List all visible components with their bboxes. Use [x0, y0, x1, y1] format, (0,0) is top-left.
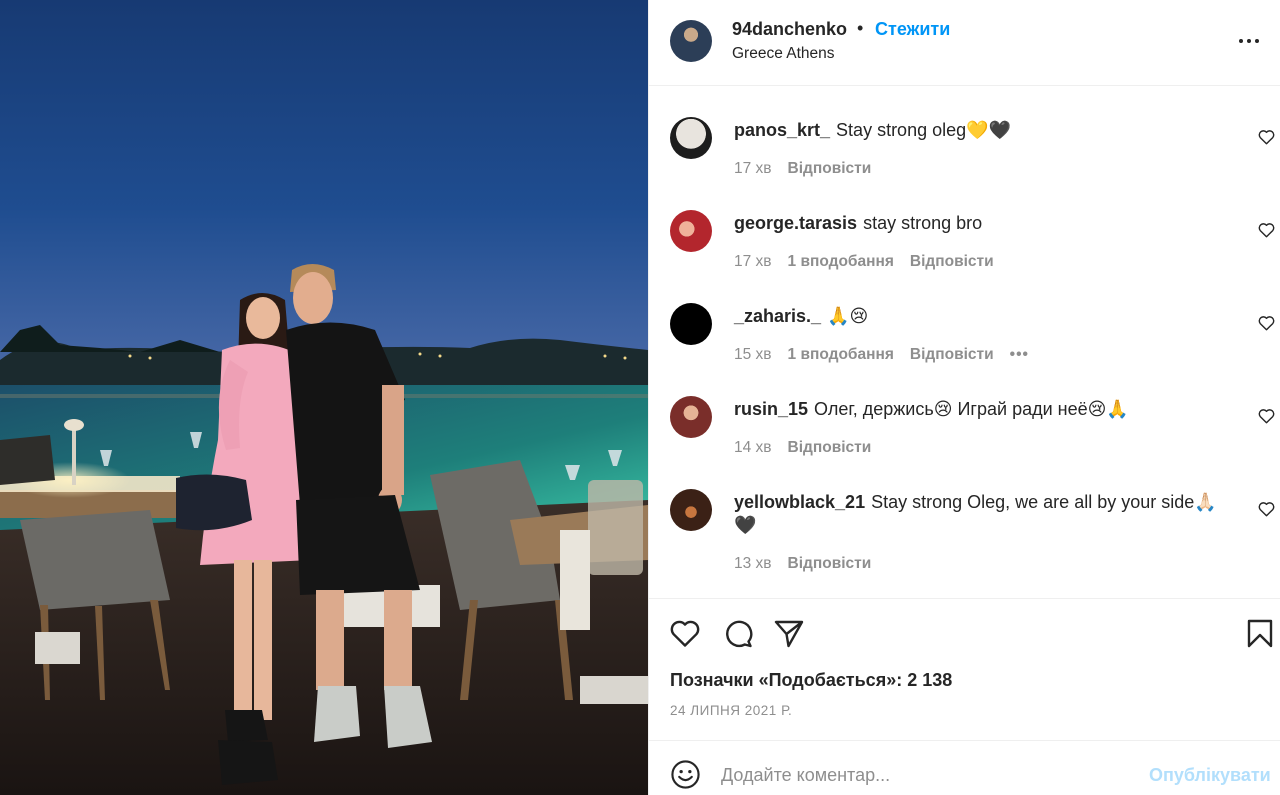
comment-avatar[interactable] — [670, 489, 712, 531]
follow-button[interactable]: Стежити — [875, 19, 950, 40]
more-options-icon[interactable] — [1239, 30, 1269, 50]
comment-body: yellowblack_21 Stay strong Oleg, we are a… — [734, 491, 1234, 537]
comment-bubble-icon[interactable] — [722, 618, 754, 648]
post-header: 94danchenko • Стежити Greece Athens — [649, 0, 1280, 86]
reply-button[interactable]: Відповісти — [910, 253, 994, 271]
reply-button[interactable]: Відповісти — [788, 439, 872, 457]
comment-body: george.tarasis stay strong bro — [734, 212, 1234, 235]
comment-input[interactable] — [721, 761, 1131, 789]
header-separator: • — [857, 18, 864, 38]
post-location[interactable]: Greece Athens — [732, 45, 835, 63]
comment-heart-icon[interactable] — [1258, 315, 1275, 331]
comment-heart-icon[interactable] — [1258, 222, 1275, 238]
post-actions: Позначки «Подобається»: 2 138 24 ЛИПНЯ 2… — [649, 598, 1280, 740]
reply-button[interactable]: Відповісти — [910, 346, 994, 364]
comment-username[interactable]: rusin_15 — [734, 399, 808, 419]
reply-button[interactable]: Відповісти — [788, 160, 872, 178]
add-comment-bar: Опублікувати — [649, 740, 1280, 795]
comment-username[interactable]: george.tarasis — [734, 213, 857, 233]
comment-meta: 13 хв Відповісти — [734, 555, 887, 573]
comment-username[interactable]: _zaharis._ — [734, 306, 821, 326]
post-date[interactable]: 24 ЛИПНЯ 2021 Р. — [670, 703, 792, 718]
comment-time[interactable]: 15 хв — [734, 346, 772, 364]
post-photo-image — [0, 0, 648, 795]
publish-button[interactable]: Опублікувати — [1149, 765, 1271, 786]
comment-meta: 17 хв Відповісти — [734, 160, 887, 178]
comment-options-icon[interactable]: ••• — [1010, 346, 1029, 364]
reply-button[interactable]: Відповісти — [788, 555, 872, 573]
likes-count[interactable]: Позначки «Подобається»: 2 138 — [670, 670, 952, 691]
post-photo[interactable] — [0, 0, 648, 795]
comment-text: 🙏😢 — [827, 306, 869, 326]
comment-time[interactable]: 13 хв — [734, 555, 772, 573]
comment-username[interactable]: yellowblack_21 — [734, 492, 865, 512]
comment-text: Stay strong oleg💛🖤 — [836, 120, 1011, 140]
comment-time[interactable]: 17 хв — [734, 160, 772, 178]
comments-list[interactable]: panos_krt_ Stay strong oleg💛🖤 17 хв Відпов… — [649, 87, 1280, 598]
comment-avatar[interactable] — [670, 210, 712, 252]
comment-meta: 15 хв 1 вподобання Відповісти ••• — [734, 346, 1045, 364]
comment-meta: 14 хв Відповісти — [734, 439, 887, 457]
comment-likes[interactable]: 1 вподобання — [788, 346, 894, 364]
comment-avatar[interactable] — [670, 303, 712, 345]
comment-body: _zaharis._ 🙏😢 — [734, 305, 1234, 328]
author-username[interactable]: 94danchenko — [732, 19, 847, 40]
heart-icon[interactable] — [669, 618, 701, 648]
comment-body: rusin_15 Олег, держись😢 Играй ради неё😢🙏 — [734, 398, 1234, 421]
author-avatar[interactable] — [670, 20, 712, 62]
comment-heart-icon[interactable] — [1258, 501, 1275, 517]
comment-time[interactable]: 14 хв — [734, 439, 772, 457]
post-side-panel: 94danchenko • Стежити Greece Athens pano… — [648, 0, 1280, 795]
comment-text: stay strong bro — [863, 213, 983, 233]
paper-plane-icon[interactable] — [773, 618, 805, 648]
comment-heart-icon[interactable] — [1258, 129, 1275, 145]
comment-avatar[interactable] — [670, 117, 712, 159]
comment-body: panos_krt_ Stay strong oleg💛🖤 — [734, 119, 1234, 142]
comment-username[interactable]: panos_krt_ — [734, 120, 830, 140]
comment-likes[interactable]: 1 вподобання — [788, 253, 894, 271]
comment-heart-icon[interactable] — [1258, 408, 1275, 424]
comment-meta: 17 хв 1 вподобання Відповісти — [734, 253, 1010, 271]
comment-text: Олег, держись😢 Играй ради неё😢🙏 — [814, 399, 1129, 419]
comment-avatar[interactable] — [670, 396, 712, 438]
bookmark-icon[interactable] — [1244, 618, 1276, 648]
comment-time[interactable]: 17 хв — [734, 253, 772, 271]
smiley-icon[interactable] — [670, 759, 701, 790]
